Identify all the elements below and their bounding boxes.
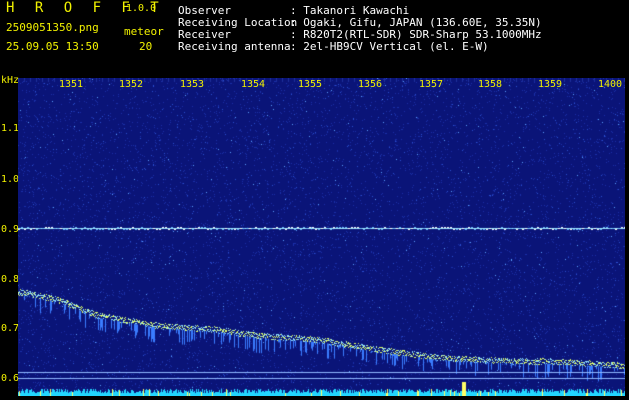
y-tick-label: 0.9 (1, 224, 20, 235)
app-version: 1.0.0 (126, 3, 157, 14)
info-label-antenna: Receiving antenna (178, 40, 291, 53)
x-tick-label: 1359 (538, 79, 563, 90)
y-tick-label: 0.7 (1, 323, 20, 334)
x-tick-label: 1354 (241, 79, 266, 90)
spectrogram-canvas (18, 78, 625, 396)
header-panel: H R O F F T 1.0.0 2509051350.png meteor … (0, 0, 629, 75)
y-tick-label: 1.1 (1, 123, 20, 134)
y-tick-label: 0.8 (1, 274, 20, 285)
x-tick-label: 1352 (119, 79, 144, 90)
x-tick-label: 1353 (180, 79, 205, 90)
filename-label: 2509051350.png (6, 21, 99, 34)
meteor-count: 20 (139, 40, 153, 53)
x-tick-label: 1358 (478, 79, 503, 90)
x-tick-label: 1351 (59, 79, 84, 90)
datetime-label: 25.09.05 13:50 (6, 40, 99, 53)
x-tick-label: 1356 (358, 79, 383, 90)
y-tick-label: 0.6 (1, 373, 20, 384)
meteor-label: meteor (124, 25, 164, 38)
y-tick-label: 1.0 (1, 174, 20, 185)
info-value-antenna: : 2el-HB9CV Vertical (el. E-W) (290, 40, 489, 53)
x-tick-label: 1400 (598, 79, 623, 90)
y-unit-label: kHz (1, 75, 20, 86)
x-tick-label: 1355 (298, 79, 323, 90)
x-tick-label: 1357 (419, 79, 444, 90)
